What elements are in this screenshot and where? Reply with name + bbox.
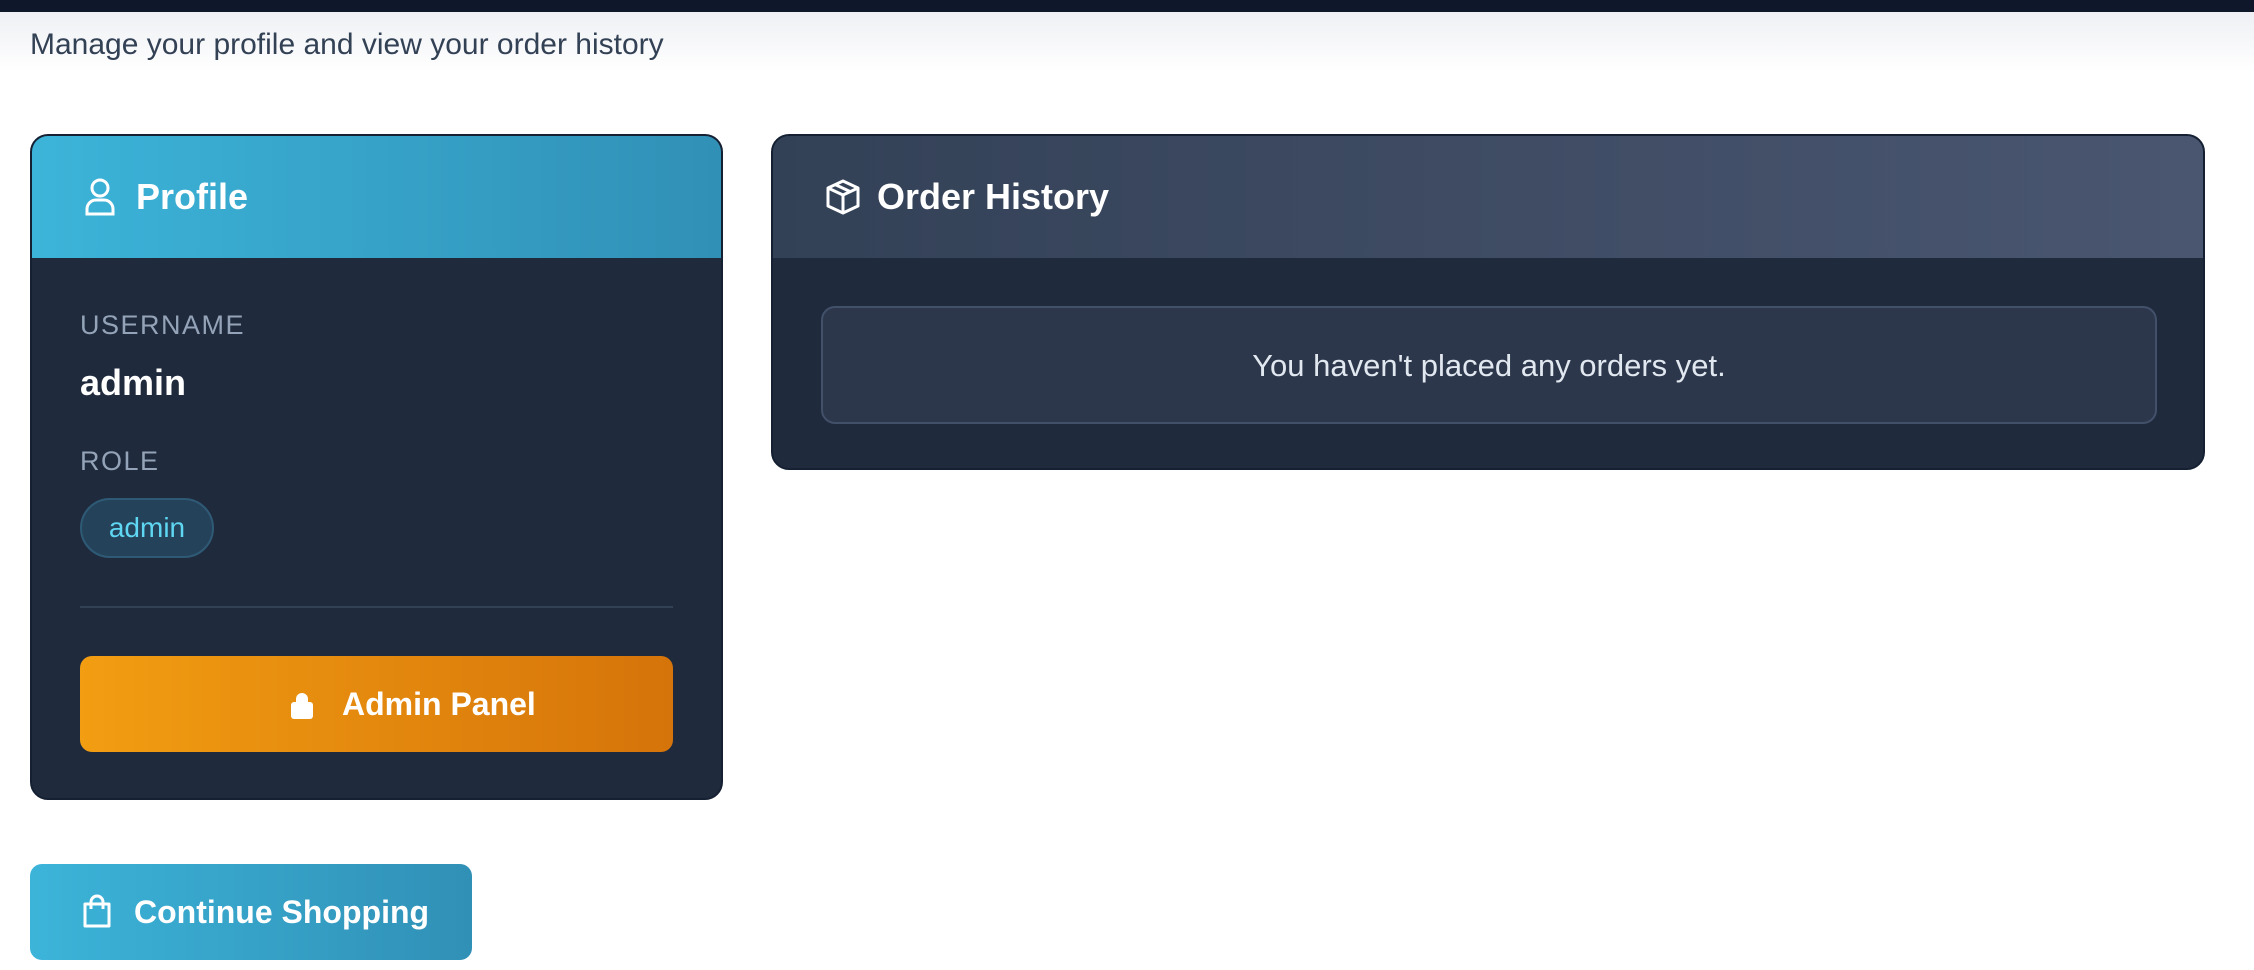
username-value: admin [80, 362, 187, 403]
username-label: USERNAME [80, 310, 246, 340]
divider [80, 606, 673, 608]
continue-shopping-label: Continue Shopping [134, 894, 430, 930]
lock-icon [290, 690, 314, 720]
admin-panel-button[interactable]: Admin Panel [80, 656, 673, 752]
order-history-title: Order History [877, 176, 1110, 217]
profile-title: Profile [136, 176, 249, 217]
package-icon [825, 178, 861, 216]
order-history-header: Order History [773, 136, 2203, 258]
empty-orders-message: You haven't placed any orders yet. [1252, 348, 1726, 383]
top-bar [0, 0, 2254, 12]
profile-card-header: Profile [32, 136, 721, 258]
empty-orders-box: You haven't placed any orders yet. [821, 306, 2157, 424]
user-icon [84, 178, 116, 216]
shopping-bag-icon [82, 894, 112, 928]
admin-panel-label: Admin Panel [342, 686, 536, 722]
page-subtitle: Manage your profile and view your order … [30, 28, 664, 61]
profile-card: Profile USERNAME admin ROLE admin Admin … [30, 134, 723, 800]
role-badge: admin [80, 498, 214, 558]
continue-shopping-button[interactable]: Continue Shopping [30, 864, 472, 960]
role-label: ROLE [80, 446, 160, 476]
order-history-card: Order History You haven't placed any ord… [771, 134, 2205, 470]
